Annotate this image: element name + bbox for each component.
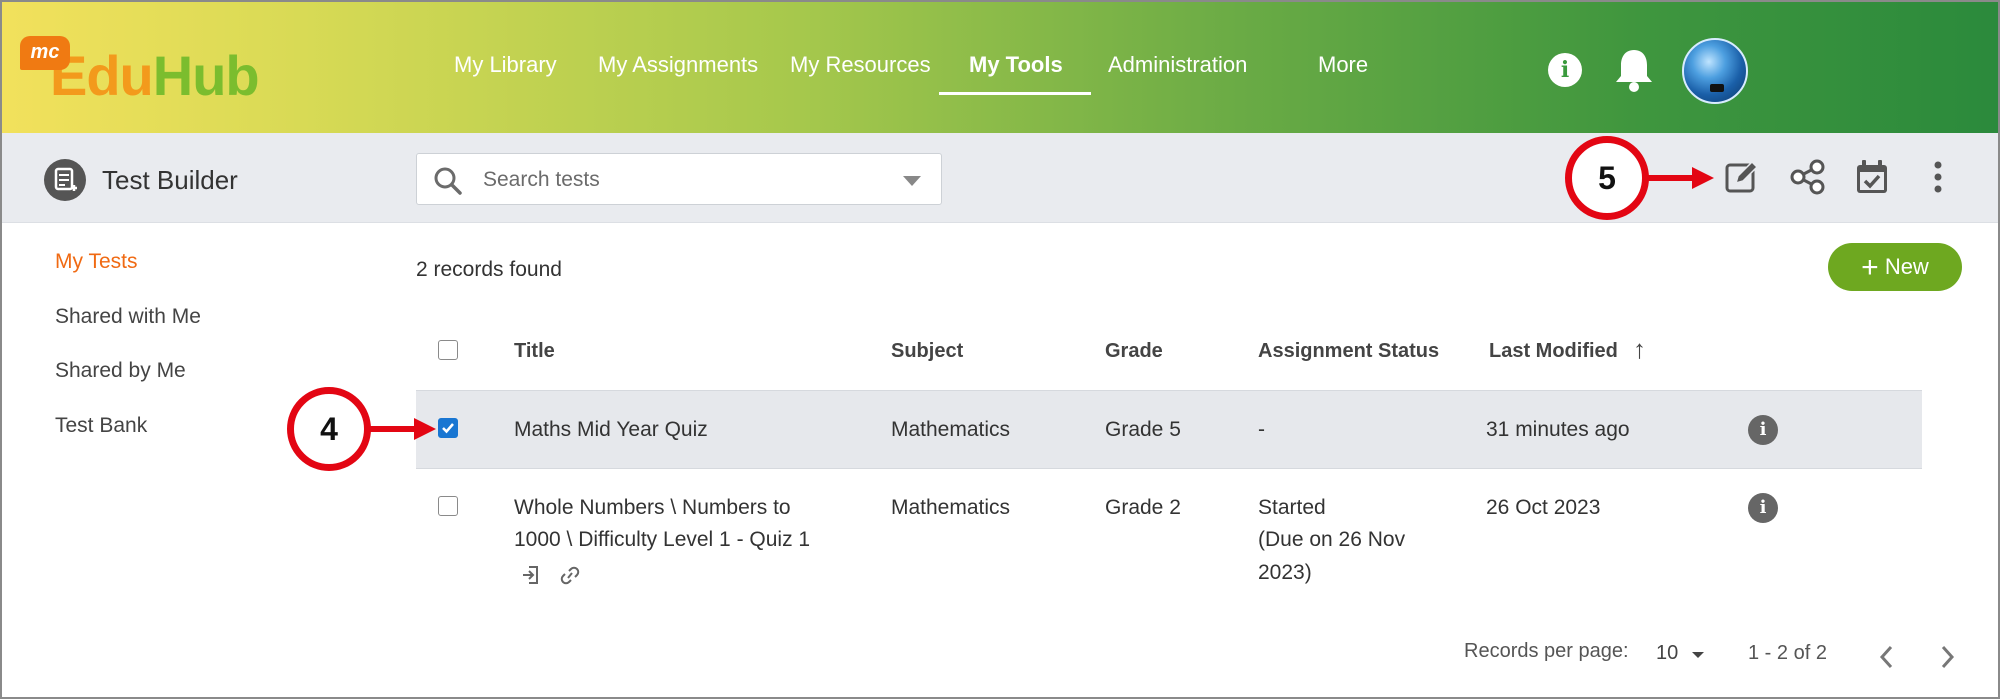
row-status-line2: (Due on 26 Nov — [1258, 528, 1406, 551]
row-status: - — [1258, 418, 1265, 441]
link-icon — [558, 564, 582, 591]
sidebar-item-my-tests[interactable]: My Tests — [55, 250, 137, 274]
logo-hub: Hub — [152, 44, 260, 107]
nav-administration[interactable]: Administration — [1108, 52, 1247, 78]
search-input[interactable]: Search tests — [416, 153, 942, 205]
search-dropdown-icon[interactable] — [903, 176, 921, 186]
share-icon[interactable] — [1788, 157, 1828, 197]
nav-my-library[interactable]: My Library — [454, 52, 557, 78]
row-checkbox-checked[interactable] — [438, 418, 458, 438]
row-title[interactable]: Maths Mid Year Quiz — [514, 414, 708, 446]
plus-icon: + — [1861, 251, 1879, 284]
edit-icon[interactable] — [1722, 157, 1762, 197]
import-icon — [520, 564, 542, 591]
next-page-icon[interactable] — [1934, 642, 1960, 672]
nav-more[interactable]: More — [1318, 52, 1368, 78]
app-frame: EduHub mc My Library My Assignments My R… — [0, 0, 2000, 699]
top-header: EduHub mc My Library My Assignments My R… — [2, 2, 1998, 133]
column-header-assignment-status[interactable]: Assignment Status — [1258, 340, 1439, 363]
row-info-icon[interactable]: i — [1748, 493, 1778, 523]
test-builder-icon — [44, 159, 86, 201]
records-per-page-label: Records per page: — [1464, 640, 1629, 662]
row-title-line2[interactable]: 1000 \ Difficulty Level 1 - Quiz 1 — [514, 524, 810, 556]
nav-my-resources[interactable]: My Resources — [790, 52, 931, 78]
annotation-step-5: 5 — [1565, 136, 1649, 220]
row-last-modified: 26 Oct 2023 — [1486, 496, 1601, 519]
nav-my-assignments[interactable]: My Assignments — [598, 52, 758, 78]
column-header-subject[interactable]: Subject — [891, 340, 963, 363]
annotation-arrow-5 — [1646, 167, 1714, 189]
sort-ascending-icon[interactable]: ↑ — [1633, 334, 1646, 365]
sidebar-item-shared-with-me[interactable]: Shared with Me — [55, 305, 201, 329]
records-per-page-select[interactable]: 10 — [1656, 642, 1678, 665]
row-info-icon[interactable]: i — [1748, 415, 1778, 445]
search-placeholder: Search tests — [483, 168, 600, 191]
column-header-grade[interactable]: Grade — [1105, 340, 1163, 363]
annotation-arrow-4 — [368, 418, 436, 440]
sidebar-item-shared-by-me[interactable]: Shared by Me — [55, 359, 186, 383]
column-header-last-modified[interactable]: Last Modified — [1489, 340, 1618, 363]
new-test-button[interactable]: + New — [1828, 243, 1962, 291]
prev-page-icon[interactable] — [1874, 642, 1900, 672]
annotation-step-4: 4 — [287, 387, 371, 471]
chevron-down-icon[interactable] — [1692, 652, 1704, 658]
calendar-check-icon[interactable] — [1852, 157, 1892, 197]
row-subject: Mathematics — [891, 496, 1011, 519]
row-status-line3: 2023) — [1258, 561, 1312, 584]
row-status-line1: Started — [1258, 496, 1326, 519]
nav-my-tools[interactable]: My Tools — [969, 52, 1063, 78]
info-icon[interactable]: i — [1548, 53, 1582, 87]
row-title-line1[interactable]: Whole Numbers \ Numbers to — [514, 492, 791, 524]
row-grade: Grade 5 — [1105, 418, 1181, 441]
logo-wordmark: EduHub — [50, 44, 260, 108]
row-subject: Mathematics — [891, 418, 1011, 441]
bell-icon[interactable] — [1612, 46, 1656, 94]
new-button-label: New — [1884, 254, 1929, 279]
more-vert-icon[interactable] — [1918, 157, 1958, 197]
records-count: 2 records found — [416, 258, 562, 281]
search-icon — [434, 167, 462, 195]
page-title: Test Builder — [102, 165, 238, 195]
row-checkbox[interactable] — [438, 496, 458, 516]
nav-active-indicator — [939, 92, 1091, 95]
select-all-checkbox[interactable] — [438, 340, 458, 360]
column-header-title[interactable]: Title — [514, 340, 555, 363]
row-grade: Grade 2 — [1105, 496, 1181, 519]
sidebar-item-test-bank[interactable]: Test Bank — [55, 414, 147, 438]
eduhub-logo[interactable]: EduHub mc — [20, 36, 270, 111]
logo-badge: mc — [20, 36, 70, 70]
row-last-modified: 31 minutes ago — [1486, 418, 1630, 441]
pagination-range: 1 - 2 of 2 — [1748, 642, 1827, 664]
avatar[interactable] — [1682, 38, 1748, 104]
